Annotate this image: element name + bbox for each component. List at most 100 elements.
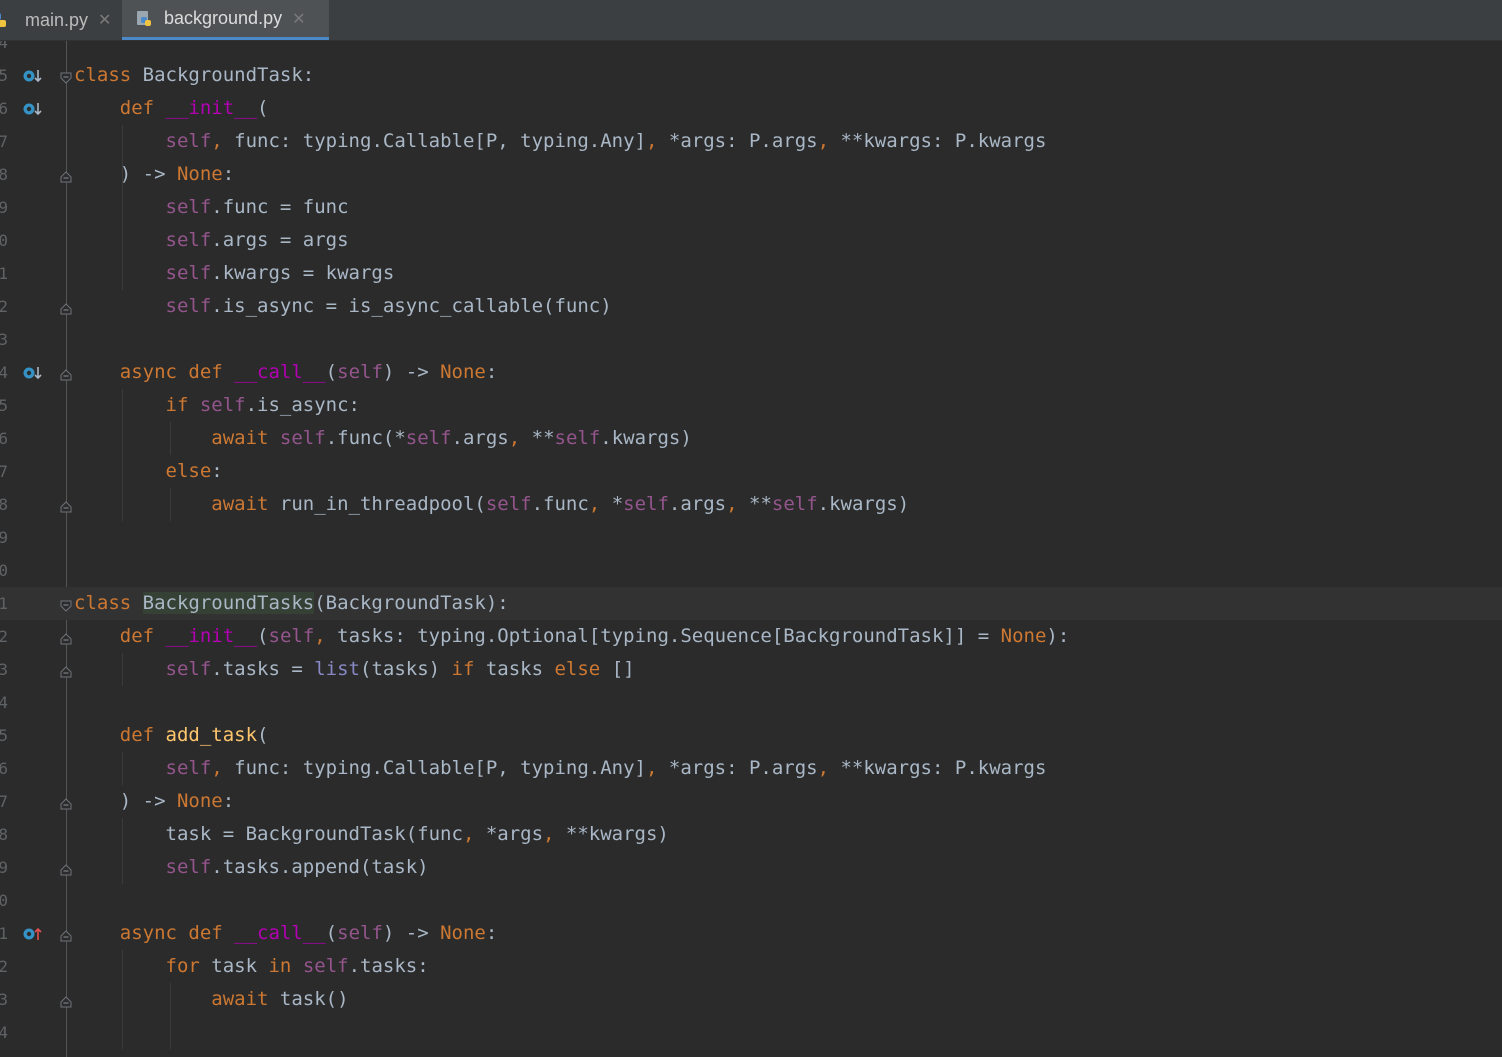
code-line[interactable]: 9 self.tasks.append(task): [0, 851, 1502, 884]
code-line[interactable]: 1 self.kwargs = kwargs: [0, 257, 1502, 290]
code-editor[interactable]: 4 5 class BackgroundTask: 6 def __init__(7 …: [0, 41, 1502, 1057]
code-token: list: [314, 658, 360, 680]
code-text: def __init__(: [74, 92, 269, 125]
tab-background-py[interactable]: background.py ✕: [122, 0, 329, 40]
code-token: ,: [543, 823, 566, 845]
code-line[interactable]: 3: [0, 323, 1502, 356]
code-line[interactable]: 8 await run_in_threadpool(self.func, *se…: [0, 488, 1502, 521]
code-token: ,: [588, 493, 612, 515]
code-token: task = BackgroundTask(func: [74, 823, 463, 845]
code-token: **kwargs: P.kwargs: [840, 130, 1047, 152]
code-line[interactable]: 1 class BackgroundTasks(BackgroundTask):: [0, 587, 1502, 620]
line-number: 0: [0, 231, 8, 250]
line-number: 6: [0, 99, 8, 118]
fold-collapse-icon[interactable]: [60, 498, 72, 513]
fold-collapse-icon[interactable]: [60, 795, 72, 810]
code-token: :: [211, 460, 223, 482]
code-line[interactable]: 2 def __init__(self, tasks: typing.Optio…: [0, 620, 1502, 653]
code-line[interactable]: 0: [0, 554, 1502, 587]
code-line[interactable]: 6 self, func: typing.Callable[P, typing.…: [0, 752, 1502, 785]
code-token: self: [268, 625, 315, 647]
tab-label: main.py: [25, 9, 89, 30]
fold-collapse-icon[interactable]: [60, 630, 72, 645]
indent-guide: [122, 389, 123, 521]
code-line[interactable]: 8 ) -> None:: [0, 158, 1502, 191]
code-text: await self.func(*self.args, **self.kwarg…: [74, 422, 692, 455]
line-number: 0: [0, 891, 8, 910]
fold-expand-icon[interactable]: [60, 597, 72, 612]
fold-collapse-icon[interactable]: [60, 927, 72, 942]
fold-collapse-icon[interactable]: [60, 993, 72, 1008]
code-token: ,: [645, 757, 669, 779]
code-line[interactable]: 6 def __init__(: [0, 92, 1502, 125]
code-line[interactable]: 4: [0, 41, 1502, 59]
indent-guide: [122, 818, 123, 884]
code-line[interactable]: 1 async def __call__(self) -> None:: [0, 917, 1502, 950]
indent-guide: [170, 983, 171, 1049]
code-line[interactable]: 5 if self.is_async:: [0, 389, 1502, 422]
code-token: self: [199, 394, 246, 416]
fold-collapse-icon[interactable]: [60, 861, 72, 876]
code-text: self.func = func: [74, 191, 349, 224]
code-token: if: [165, 394, 200, 416]
line-number: 1: [0, 924, 8, 943]
implemented-down-icon[interactable]: [22, 100, 44, 118]
line-number: 9: [0, 528, 8, 547]
code-line[interactable]: 2 for task in self.tasks:: [0, 950, 1502, 983]
code-line[interactable]: 2 self.is_async = is_async_callable(func…: [0, 290, 1502, 323]
tab-label: background.py: [164, 8, 283, 28]
code-token: __call__: [234, 922, 326, 944]
code-line[interactable]: 5 def add_task(: [0, 719, 1502, 752]
fold-expand-icon[interactable]: [60, 69, 72, 84]
code-token: ,: [211, 757, 235, 779]
overrides-up-icon[interactable]: [22, 925, 44, 943]
close-icon[interactable]: ✕: [292, 9, 305, 29]
code-token: None: [1000, 625, 1047, 647]
code-token: ,: [726, 493, 749, 515]
code-line[interactable]: 4 async def __call__(self) -> None:: [0, 356, 1502, 389]
code-token: (: [257, 724, 269, 746]
code-line[interactable]: 6 await self.func(*self.args, **self.kwa…: [0, 422, 1502, 455]
fold-collapse-icon[interactable]: [60, 366, 72, 381]
code-line[interactable]: 3 self.tasks = list(tasks) if tasks else…: [0, 653, 1502, 686]
code-line[interactable]: 7 self, func: typing.Callable[P, typing.…: [0, 125, 1502, 158]
code-line[interactable]: 4: [0, 686, 1502, 719]
code-line[interactable]: 9 self.func = func: [0, 191, 1502, 224]
code-token: self: [623, 493, 669, 515]
code-line[interactable]: 5 class BackgroundTask:: [0, 59, 1502, 92]
line-number: 6: [0, 759, 8, 778]
code-token: .func(*: [325, 427, 406, 449]
code-line[interactable]: 8 task = BackgroundTask(func, *args, **k…: [0, 818, 1502, 851]
code-token: :: [485, 361, 498, 383]
code-token: self: [165, 130, 212, 152]
code-line[interactable]: 7 else:: [0, 455, 1502, 488]
fold-collapse-icon[interactable]: [60, 663, 72, 678]
code-line[interactable]: 0 self.args = args: [0, 224, 1502, 257]
code-token: .tasks:: [348, 955, 429, 977]
code-text: self.args = args: [74, 224, 349, 257]
code-line[interactable]: 4: [0, 1016, 1502, 1049]
code-token: class: [74, 64, 143, 86]
close-icon[interactable]: ✕: [98, 10, 111, 30]
code-token: ):: [1046, 625, 1070, 647]
code-line[interactable]: 9: [0, 521, 1502, 554]
code-token: def: [119, 625, 166, 647]
code-line[interactable]: 0: [0, 884, 1502, 917]
code-token: []: [611, 658, 635, 680]
indent-guide: [122, 752, 123, 785]
implemented-down-icon[interactable]: [22, 67, 44, 85]
fold-collapse-icon[interactable]: [60, 300, 72, 315]
line-number: 3: [0, 330, 8, 349]
code-token: tasks: [485, 658, 555, 680]
line-number: 4: [0, 363, 8, 382]
code-token: in: [268, 955, 303, 977]
code-token: None: [176, 790, 223, 812]
code-line[interactable]: 3 await task(): [0, 983, 1502, 1016]
code-line[interactable]: 7 ) -> None:: [0, 785, 1502, 818]
implemented-down-icon[interactable]: [22, 364, 44, 382]
fold-collapse-icon[interactable]: [60, 168, 72, 183]
tab-main-py[interactable]: main.py ✕: [0, 0, 120, 40]
line-number: 5: [0, 726, 8, 745]
